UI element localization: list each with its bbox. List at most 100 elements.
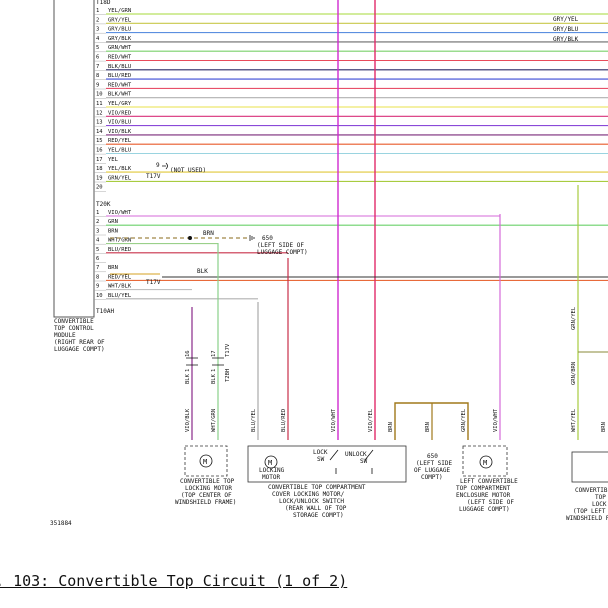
switch-l1: CONVERTIBLE TOP COMPARTMENT (268, 484, 366, 491)
mid-conn-t17v: T17V (225, 343, 231, 357)
conn-a-pin-number: 1 (96, 8, 99, 14)
vwire-label-m: WHT/YEL (571, 408, 577, 432)
conn-a-wire-label: GRN/YEL (108, 175, 132, 181)
vwire-label-k: GRN/YEL (571, 306, 577, 330)
motor1-l4: WINDSHIELD FRAME) (175, 499, 236, 506)
conn-a-pin-number: 14 (96, 129, 103, 135)
conn-b-pin-number: 5 (96, 247, 99, 253)
conn-a-pin-number: 8 (96, 73, 99, 79)
conn-a-pin-number: 3 (96, 27, 99, 33)
motor1-label: CONVERTIBLE TOP LOCKING MOTOR (TOP CENTE… (175, 478, 238, 506)
conn-b-pin-number: 1 (96, 210, 99, 216)
figure-caption-text: g. 103: Convertible Top Circuit (1 of 2) (0, 572, 348, 590)
vwire-label-j: VIO/WHT (493, 408, 499, 432)
module-label-l2: TOP CONTROL (54, 325, 94, 332)
vwire-label-h: BRN (425, 422, 431, 432)
locking-motor-l2: MOTOR (262, 474, 280, 481)
ground-symbol-a (249, 235, 255, 241)
conn-a-pin-number: 12 (96, 110, 103, 116)
conn-b-wire-label: VIO/WHT (108, 210, 132, 216)
vwire-label-b: WHT/GRN (211, 409, 217, 432)
pin17-note: (NOT USED) (170, 167, 206, 174)
control-module-box (53, 0, 95, 318)
motor2-l4: (LEFT SIDE OF (467, 499, 514, 506)
conn-a-wire-label: YEL/BLK (108, 166, 132, 172)
ground-desc-line1: (LEFT SIDE OF (257, 242, 304, 249)
ref-number: 351884 (50, 520, 72, 527)
connector-a-label: T18D (96, 0, 111, 6)
vwire-label-c: BLU/YEL (251, 408, 257, 432)
conn-b-wire-label: BRN (108, 228, 118, 234)
motor1-l1: CONVERTIBLE TOP (180, 478, 235, 485)
right-label-1: GRY/YEL (553, 16, 579, 23)
conn-a-wire-label: GRY/BLU (108, 27, 131, 33)
mid-conn-17: 17 (211, 350, 217, 357)
unlock-sw-l2: SW (360, 458, 368, 465)
rp-l5: WINDSHIELD FRAME) (566, 515, 608, 522)
motor2-m: M (483, 459, 487, 467)
lock-sw-l1: LOCK (313, 449, 328, 456)
locking-motor-m: M (268, 459, 272, 467)
motor2-label: LEFT CONVERTIBLE TOP COMPARTMENT ENCLOSU… (456, 478, 521, 513)
vwire-label-f: VIO/YEL (368, 408, 374, 432)
splice-dot (188, 236, 192, 240)
rp-l4: (TOP LEFT SIDE (573, 508, 608, 515)
switch-l3: LOCK/UNLOCK SWITCH (279, 498, 344, 505)
conn-a-wire-label: GRY/BLK (108, 36, 132, 42)
conn-b-pin-number: 8 (96, 274, 99, 280)
switch-l4: (REAR WALL OF TOP (285, 505, 347, 512)
conn-a-wire-label: YEL/GRY (108, 101, 132, 107)
mid-conn-1b: 1 (211, 369, 217, 372)
conn-a-pin-number: 9 (96, 82, 99, 88)
vwire-label-i: GRN/YEL (461, 408, 467, 432)
conn-a-wire-label: VIO/RED (108, 110, 131, 116)
conn-a-pin-number: 7 (96, 64, 99, 70)
figure-caption: g. 103: Convertible Top Circuit (1 of 2) (0, 572, 608, 590)
brn-label: BRN (203, 230, 214, 237)
motor1-l3: (TOP CENTER OF (181, 492, 232, 499)
module-label-l3: MODULE (54, 332, 76, 339)
conn-a-wire-label: BLK/WHT (108, 92, 132, 98)
conn-a-wire-label: RED/YEL (108, 138, 132, 144)
wiring-diagram: T18D 1 YEL/GRN 2 GRY/YEL 3 GRY/BLU 4 GRY/BLK 5 GRN… (50, 0, 608, 527)
conn-a-wire-label: GRY/YEL (108, 17, 132, 23)
lock-sw-label: LOCK SW (313, 449, 331, 463)
module-label-l4: (RIGHT REAR OF (54, 339, 105, 346)
pin17-stub (162, 162, 168, 170)
motor2-l3: ENCLOSURE MOTOR (456, 492, 511, 499)
motor2-l5: LUGGAGE COMPT) (459, 506, 510, 513)
diagram-page: T18D 1 YEL/GRN 2 GRY/YEL 3 GRY/BLU 4 GRY/BLK 5 GRN… (0, 0, 608, 608)
conn-a-pin-number: 13 (96, 120, 103, 126)
mid-conn-blk-a: BLK (185, 373, 191, 384)
mid-conn-blk-b: BLK (211, 373, 217, 384)
conn-a-wire-label: RED/WHT (108, 82, 132, 88)
conn-a-pin-number: 17 (96, 157, 103, 163)
motor2-l1: LEFT CONVERTIBLE (460, 478, 518, 485)
conn-b-pin-number: 3 (96, 228, 99, 234)
conn-a-pin-number: 2 (96, 17, 99, 23)
motor1-m: M (203, 458, 207, 466)
ground-b-line2: OF LUGGAGE (414, 467, 451, 474)
vwire-label-n: BRN (601, 422, 607, 432)
locking-motor-label: LOCKING MOTOR (259, 467, 288, 481)
conn-b-pin-number: 9 (96, 284, 99, 290)
mid-conn-t2bh: T2BH (225, 369, 231, 382)
ground-650-a: 650 (262, 235, 273, 242)
conn-a-pin-number: 18 (96, 166, 103, 172)
right-label-2: GRY/BLU (553, 26, 579, 33)
conn-a-pin-number: 19 (96, 175, 103, 181)
ground-b-line3: COMPT) (421, 474, 443, 481)
vwire-label-e: VIO/WHT (331, 408, 337, 432)
module-label-l5: LUGGAGE COMPT) (54, 346, 105, 353)
switch-box-label: CONVERTIBLE TOP COMPARTMENT COVER LOCKIN… (268, 484, 369, 519)
conn-a-pin-number: 20 (96, 185, 103, 191)
conn-a-wire-label: YEL/BLU (108, 148, 131, 154)
ground-650-b-desc: (LEFT SIDE OF LUGGAGE COMPT) (414, 460, 456, 481)
mid-conn-1a: 1 (185, 369, 191, 372)
t10ah-label: T10AH (96, 308, 114, 315)
mid-conn-16: 16 (185, 350, 191, 357)
conn-a-pin-number: 6 (96, 55, 99, 61)
pin17-number: 9 (156, 162, 160, 169)
rp-l1: CONVERTIBLE (575, 487, 608, 494)
unlock-sw-l1: UNLOCK (345, 451, 367, 458)
